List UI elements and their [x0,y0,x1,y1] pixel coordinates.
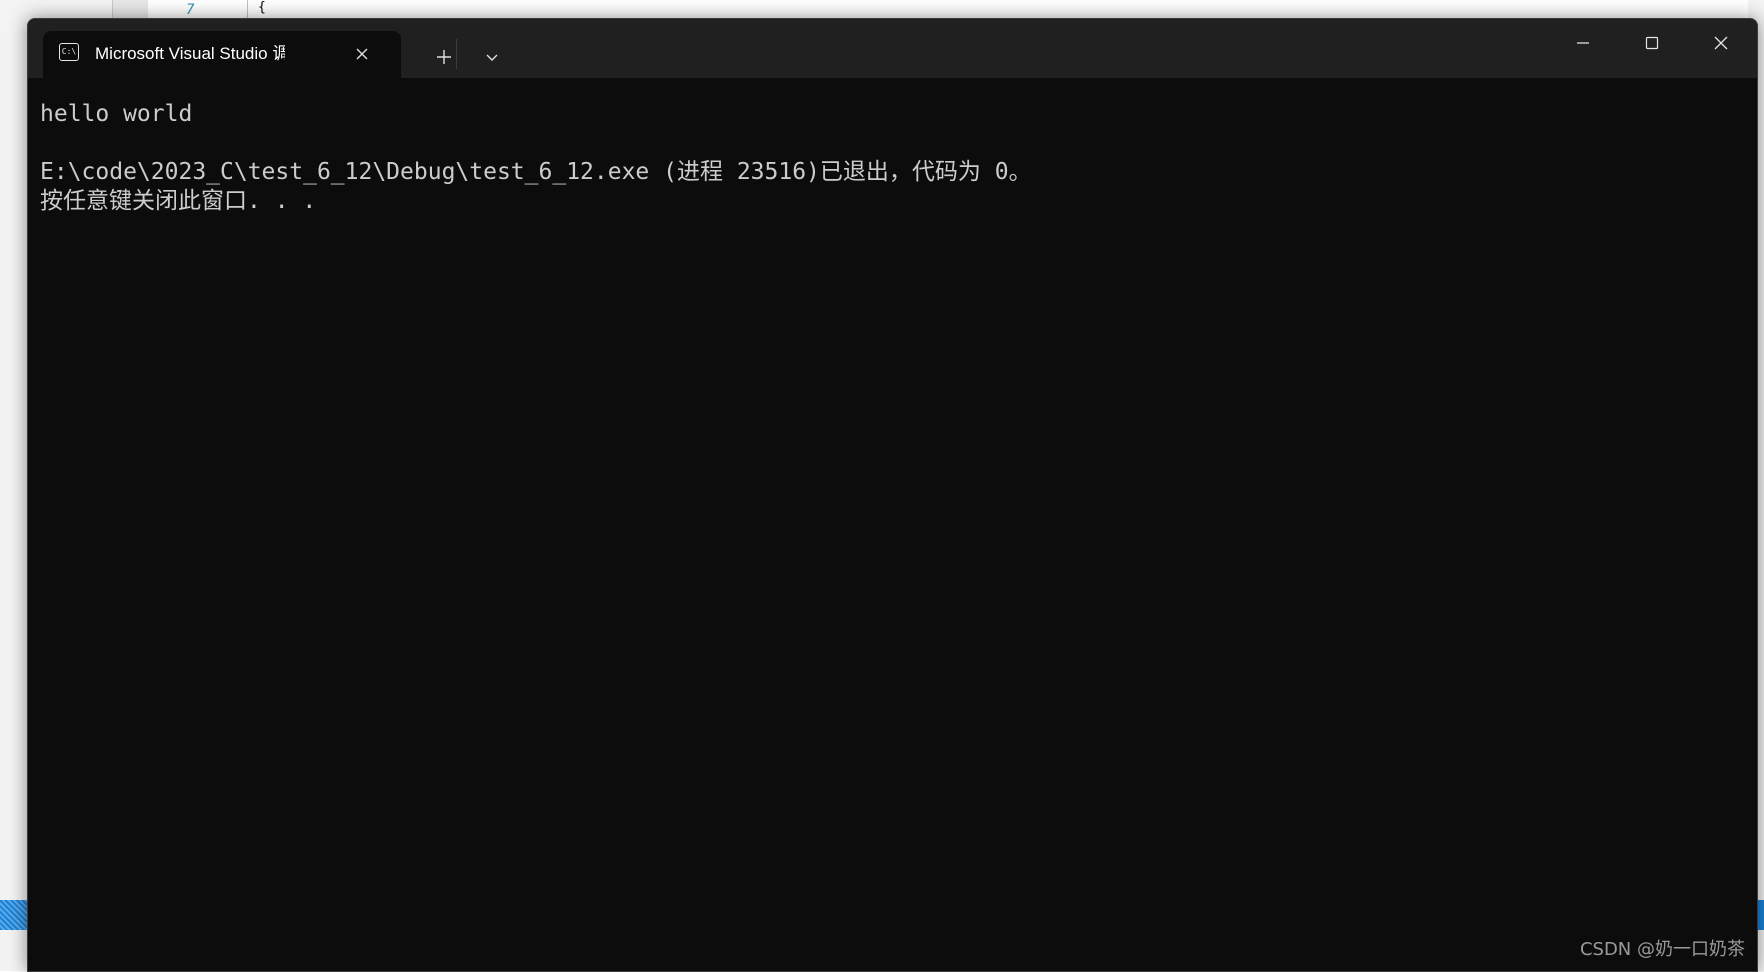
minimize-button[interactable] [1549,19,1617,67]
editor-gutter [112,0,149,18]
close-icon [1714,36,1728,50]
window-close-button[interactable] [1687,19,1755,67]
maximize-button[interactable] [1618,19,1686,67]
terminal-window: C:\ Microsoft Visual Studio 调试控制台 [27,18,1758,972]
tab-divider [456,39,457,69]
tab-debug-console[interactable]: C:\ Microsoft Visual Studio 调试控制台 [43,31,401,78]
console-line: hello world [40,101,193,127]
background-code-editor [148,0,1748,18]
close-icon [356,48,368,60]
watermark: CSDN @奶一口奶茶 [1579,939,1745,960]
minimize-icon [1577,42,1589,44]
maximize-icon [1645,36,1659,50]
editor-divider [247,0,248,18]
chevron-down-icon [486,54,498,61]
tab-title: Microsoft Visual Studio 调试控制台 [95,44,285,63]
tab-close-button[interactable] [352,44,372,64]
console-output[interactable]: hello world E:\code\2023_C\test_6_12\Deb… [28,78,1757,971]
console-icon: C:\ [59,43,79,61]
editor-code-text: { [258,0,266,15]
plus-icon [437,50,451,64]
editor-line-number: 7 [186,2,195,18]
console-line: 按任意键关闭此窗口. . . [40,188,317,214]
tab-dropdown-button[interactable] [476,41,508,73]
title-bar[interactable]: C:\ Microsoft Visual Studio 调试控制台 [28,19,1757,78]
ide-statusbar-left [0,900,30,930]
console-line: E:\code\2023_C\test_6_12\Debug\test_6_12… [40,159,1032,185]
